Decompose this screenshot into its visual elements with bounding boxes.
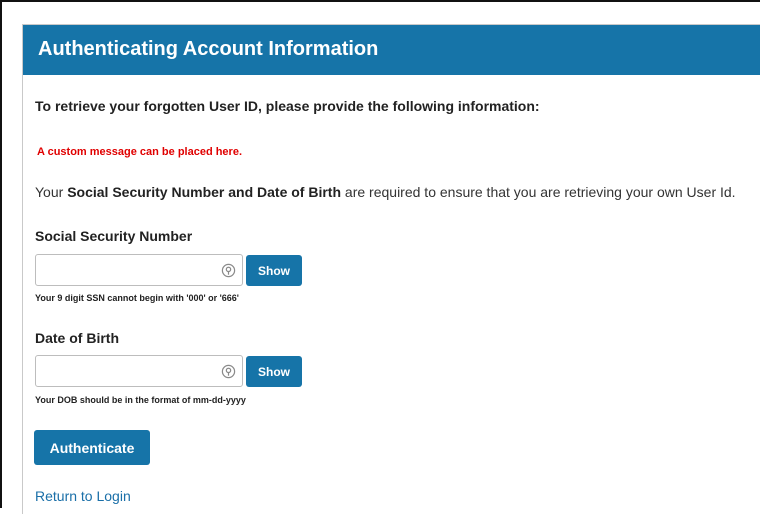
authentication-panel: Authenticating Account Information To re… xyxy=(22,24,760,514)
custom-message: A custom message can be placed here. xyxy=(37,146,243,158)
dob-input[interactable] xyxy=(36,356,242,386)
explanation-part2: are required to ensure that you are retr… xyxy=(341,184,736,200)
window-frame: Authenticating Account Information To re… xyxy=(0,0,760,514)
ssn-hint: Your 9 digit SSN cannot begin with '000'… xyxy=(35,293,239,303)
ssn-input[interactable] xyxy=(36,255,242,285)
explanation-part1: Your xyxy=(35,184,68,200)
dob-show-button[interactable]: Show xyxy=(246,356,302,387)
return-to-login-link[interactable]: Return to Login xyxy=(35,488,131,504)
dob-label: Date of Birth xyxy=(35,330,119,346)
dob-hint: Your DOB should be in the format of mm-d… xyxy=(35,395,246,405)
password-reveal-icon[interactable] xyxy=(221,364,236,379)
panel-header: Authenticating Account Information xyxy=(23,25,760,75)
explanation-bold: Social Security Number and Date of Birth xyxy=(67,184,342,200)
intro-text: To retrieve your forgotten User ID, plea… xyxy=(35,98,540,114)
dob-field-wrapper xyxy=(35,355,243,387)
ssn-label: Social Security Number xyxy=(35,228,193,244)
page-title: Authenticating Account Information xyxy=(38,38,379,60)
explanation-text: Your Social Security Number and Date of … xyxy=(35,184,736,200)
ssn-field-wrapper xyxy=(35,254,243,286)
ssn-show-button[interactable]: Show xyxy=(246,255,302,286)
password-reveal-icon[interactable] xyxy=(221,263,236,278)
authenticate-button[interactable]: Authenticate xyxy=(34,430,150,465)
